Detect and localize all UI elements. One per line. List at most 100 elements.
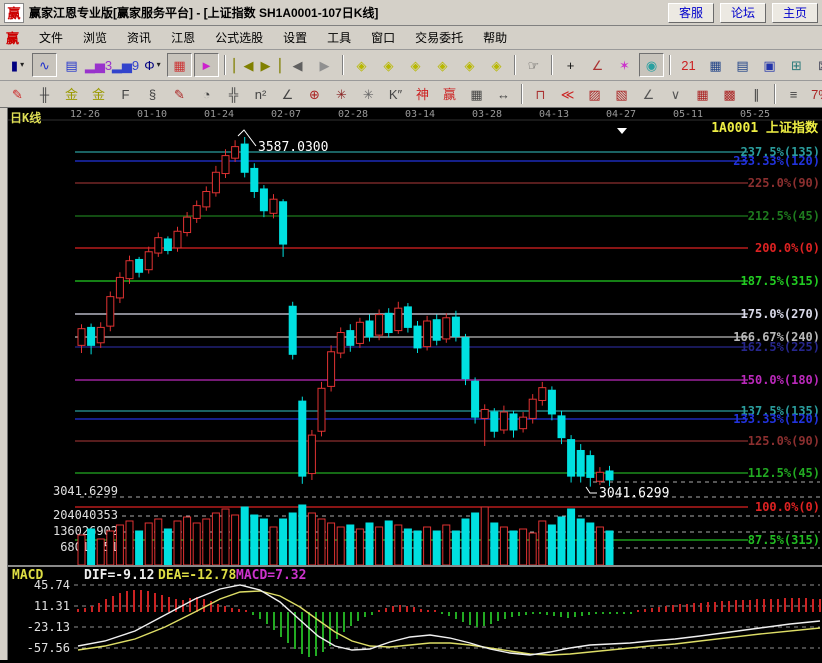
gann-grid-icon[interactable]: ╫ <box>32 82 57 106</box>
golden-ratio-2-icon[interactable]: 金 <box>86 82 111 106</box>
toolbar-separator <box>669 55 671 75</box>
trend-angle-icon[interactable]: ∠ <box>636 82 661 106</box>
volume-bar <box>462 519 469 565</box>
fan-box-2-icon[interactable]: ▧ <box>609 82 634 106</box>
forum-button[interactable]: 论坛 <box>720 3 766 23</box>
ying-tool-icon[interactable]: 赢 <box>437 82 462 106</box>
gann-level-label: 162.5%(225) <box>741 340 820 354</box>
save-icon[interactable]: ▣ <box>757 53 782 77</box>
width-measure-icon[interactable]: ↔ <box>491 82 516 106</box>
spiral-tool-icon[interactable]: § <box>140 82 165 106</box>
volume-bars-3-icon[interactable]: ▂▅3 <box>86 53 111 77</box>
menu-item-4[interactable]: 公式选股 <box>205 26 273 49</box>
toolbar-separator <box>774 84 776 104</box>
menu-item-3[interactable]: 江恩 <box>161 26 205 49</box>
price-grid-1-icon[interactable]: ▦ <box>690 82 715 106</box>
percent-z-icon[interactable]: 7% <box>808 82 822 106</box>
candle-body <box>289 306 296 354</box>
intraday-chart-icon[interactable]: ∿ <box>32 53 57 77</box>
volume-bar <box>424 527 431 565</box>
time-cycle-icon[interactable]: ◔ <box>194 82 219 106</box>
candle-body <box>587 456 594 478</box>
volume-bar <box>529 533 536 565</box>
date-tick-label: 03-28 <box>472 109 502 120</box>
stats-list-icon[interactable]: ≡ <box>781 82 806 106</box>
candle-style-icon[interactable]: Φ▾ <box>140 53 165 77</box>
color-flag-icon[interactable]: ► <box>194 53 219 77</box>
dif-line <box>78 585 820 655</box>
smart-mode-icon[interactable]: ◉ <box>639 53 664 77</box>
volume-bar <box>520 529 527 565</box>
shen-tool-icon[interactable]: 神 <box>410 82 435 106</box>
diamond-h-icon[interactable]: ◈ <box>457 53 482 77</box>
draw-pencil-2-icon[interactable]: ✎ <box>167 82 192 106</box>
export-icon[interactable]: ⊞ <box>784 53 809 77</box>
volume-bars-9-icon[interactable]: ▂▅9 <box>113 53 138 77</box>
home-button[interactable]: 主页 <box>772 3 818 23</box>
candle-body <box>385 313 392 332</box>
nav-prev-icon[interactable]: ◀ <box>285 53 310 77</box>
formula-alert-icon[interactable]: ▦ <box>167 53 192 77</box>
menu-item-9[interactable]: 帮助 <box>473 26 517 49</box>
customer-service-button[interactable]: 客服 <box>668 3 714 23</box>
date-tick-label: 12-26 <box>70 109 100 120</box>
current-date-marker <box>617 128 627 134</box>
diamond-star-icon[interactable]: ◈ <box>430 53 455 77</box>
info-note-icon[interactable]: ▤ <box>59 53 84 77</box>
volume-bar <box>356 529 363 565</box>
hand-tool-icon[interactable]: ☞ <box>521 53 546 77</box>
volume-bar <box>299 505 306 565</box>
volume-bar <box>318 519 325 565</box>
candle-body <box>107 297 114 326</box>
diamond-right-icon[interactable]: ◈ <box>376 53 401 77</box>
menu-item-1[interactable]: 浏览 <box>73 26 117 49</box>
kline-mark-icon[interactable]: K″ <box>383 82 408 106</box>
gann-flower-icon[interactable]: ✶ <box>612 53 637 77</box>
volume-bar <box>308 513 315 565</box>
gann-box-icon[interactable]: ⊓ <box>528 82 553 106</box>
menu-item-0[interactable]: 文件 <box>29 26 73 49</box>
nav-last-icon[interactable]: ▶▕ <box>258 53 283 77</box>
web-chart-1-icon[interactable]: ✳ <box>329 82 354 106</box>
candle-body <box>270 199 277 213</box>
channel-tool-icon[interactable]: ∥ <box>744 82 769 106</box>
menu-item-7[interactable]: 窗口 <box>361 26 405 49</box>
nav-next-icon[interactable]: ▶ <box>312 53 337 77</box>
dense-grid-icon[interactable]: ╬ <box>221 82 246 106</box>
zigzag-tool-icon[interactable]: ∨ <box>663 82 688 106</box>
volume-bar <box>126 521 133 565</box>
diamond-left-icon[interactable]: ◈ <box>349 53 374 77</box>
crosshair-icon[interactable]: + <box>558 53 583 77</box>
price-grid-2-icon[interactable]: ▩ <box>717 82 742 106</box>
gann-fan-icon[interactable]: ≪ <box>555 82 580 106</box>
fan-box-1-icon[interactable]: ▨ <box>582 82 607 106</box>
chart-canvas[interactable]: 12-2601-1001-2402-0702-2803-1403-2804-13… <box>0 108 822 660</box>
candle-body <box>539 388 546 401</box>
gann-target-icon[interactable]: ⊕ <box>302 82 327 106</box>
square-of-nine-icon[interactable]: n² <box>248 82 273 106</box>
period-selector-icon[interactable]: ▮▾ <box>5 53 30 77</box>
menu-item-6[interactable]: 工具 <box>317 26 361 49</box>
draw-pencil-icon[interactable]: ✎ <box>5 82 30 106</box>
nav-first-icon[interactable]: ▏◀ <box>231 53 256 77</box>
candle-body <box>145 252 152 270</box>
calculator-icon[interactable]: ▦ <box>703 53 728 77</box>
number-grid-icon[interactable]: ▦ <box>464 82 489 106</box>
menu-item-5[interactable]: 设置 <box>273 26 317 49</box>
golden-ratio-1-icon[interactable]: 金 <box>59 82 84 106</box>
transfer-icon[interactable]: ⊠ <box>811 53 822 77</box>
volume-bar <box>88 529 95 565</box>
diamond-plus-icon[interactable]: ◈ <box>403 53 428 77</box>
menu-item-8[interactable]: 交易委托 <box>405 26 473 49</box>
chart-area[interactable]: 12-2601-1001-2402-0702-2803-1403-2804-13… <box>0 108 822 660</box>
fib-tool-icon[interactable]: F <box>113 82 138 106</box>
diamond-v-icon[interactable]: ◈ <box>484 53 509 77</box>
angle-ruler-icon[interactable]: ∠ <box>275 82 300 106</box>
angle-tool-icon[interactable]: ∠ <box>585 53 610 77</box>
volume-bar <box>558 517 565 565</box>
menu-item-2[interactable]: 资讯 <box>117 26 161 49</box>
web-chart-2-icon[interactable]: ✳ <box>356 82 381 106</box>
calendar-21-icon[interactable]: 21 <box>676 53 701 77</box>
date-tick-label: 05-11 <box>673 109 703 120</box>
report-pad-icon[interactable]: ▤ <box>730 53 755 77</box>
